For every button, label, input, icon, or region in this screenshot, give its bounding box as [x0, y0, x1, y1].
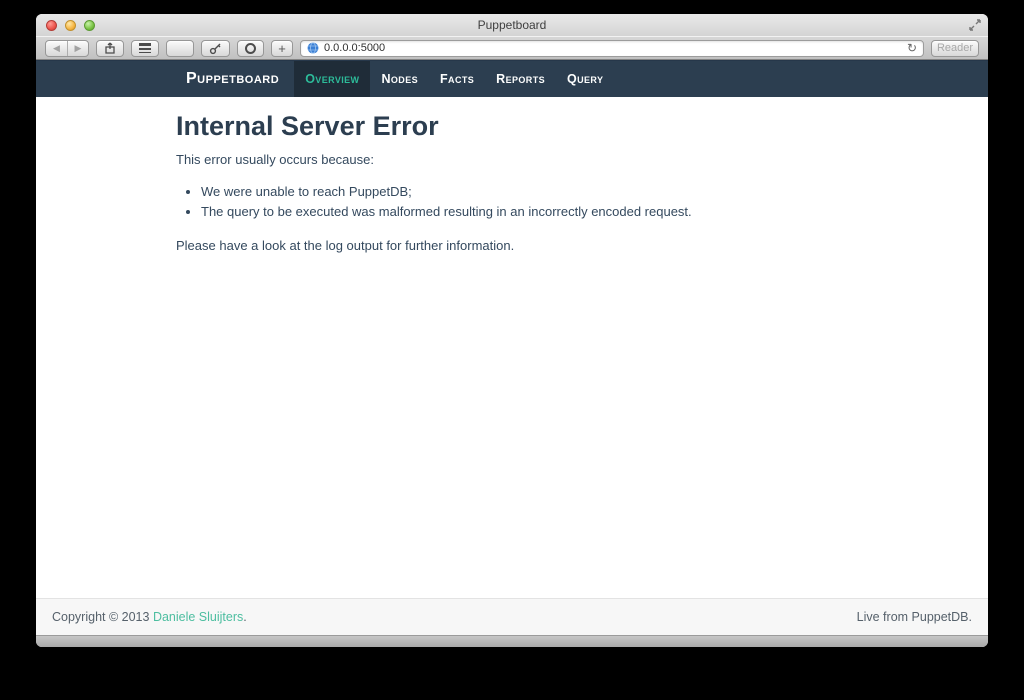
close-window-button[interactable]	[46, 20, 57, 31]
error-reason: The query to be executed was malformed r…	[201, 204, 948, 220]
reload-icon[interactable]: ↻	[907, 42, 917, 54]
error-reason-list: We were unable to reach PuppetDB; The qu…	[176, 184, 948, 220]
forward-button[interactable]: ▶	[67, 41, 88, 56]
reader-button[interactable]: Reader	[931, 40, 979, 57]
circle-extension-icon	[245, 43, 256, 54]
fullscreen-icon[interactable]	[969, 19, 981, 31]
page-footer: Copyright © 2013 Daniele Sluijters. Live…	[36, 598, 988, 635]
new-tab-button[interactable]: +	[271, 40, 293, 57]
address-bar[interactable]: 0.0.0.0:5000 ↻	[300, 40, 924, 57]
globe-icon	[307, 42, 319, 54]
app-navbar: Puppetboard Overview Nodes Facts Reports…	[36, 60, 988, 97]
password-extension-button[interactable]	[201, 40, 230, 57]
page-title: Internal Server Error	[176, 111, 948, 142]
nav-item-overview[interactable]: Overview	[294, 61, 370, 97]
author-link[interactable]: Daniele Sluijters	[153, 610, 243, 624]
history-nav: ◀ ▶	[45, 40, 89, 57]
back-button[interactable]: ◀	[46, 41, 67, 56]
error-outro: Please have a look at the log output for…	[176, 238, 948, 254]
titlebar: Puppetboard	[36, 14, 988, 36]
share-icon	[104, 42, 116, 54]
copyright-suffix: .	[243, 610, 246, 624]
main-content: Internal Server Error This error usually…	[36, 97, 988, 598]
error-reason: We were unable to reach PuppetDB;	[201, 184, 948, 200]
blank-toolbar-button[interactable]	[166, 40, 194, 57]
browser-toolbar: ◀ ▶ + 0.0	[36, 36, 988, 60]
nav-item-nodes[interactable]: Nodes	[370, 61, 429, 97]
zoom-window-button[interactable]	[84, 20, 95, 31]
list-lines-icon	[139, 43, 151, 53]
url-text[interactable]: 0.0.0.0:5000	[324, 42, 385, 54]
nav-item-reports[interactable]: Reports	[485, 61, 556, 97]
copyright-prefix: Copyright © 2013	[52, 610, 153, 624]
window-title: Puppetboard	[478, 18, 547, 32]
navbar-brand[interactable]: Puppetboard	[176, 61, 289, 97]
error-intro: This error usually occurs because:	[176, 152, 948, 168]
key-icon	[209, 42, 222, 55]
browser-window: Puppetboard ◀ ▶	[36, 14, 988, 647]
live-from-puppetdb-text: Live from PuppetDB.	[857, 610, 972, 624]
nav-item-query[interactable]: Query	[556, 61, 614, 97]
window-bottom-edge	[36, 635, 988, 647]
traffic-lights	[46, 14, 95, 36]
nav-item-facts[interactable]: Facts	[429, 61, 485, 97]
share-button[interactable]	[96, 40, 124, 57]
minimize-window-button[interactable]	[65, 20, 76, 31]
copyright-text: Copyright © 2013 Daniele Sluijters.	[52, 610, 247, 624]
extension-button[interactable]	[237, 40, 264, 57]
reading-list-button[interactable]	[131, 40, 159, 57]
